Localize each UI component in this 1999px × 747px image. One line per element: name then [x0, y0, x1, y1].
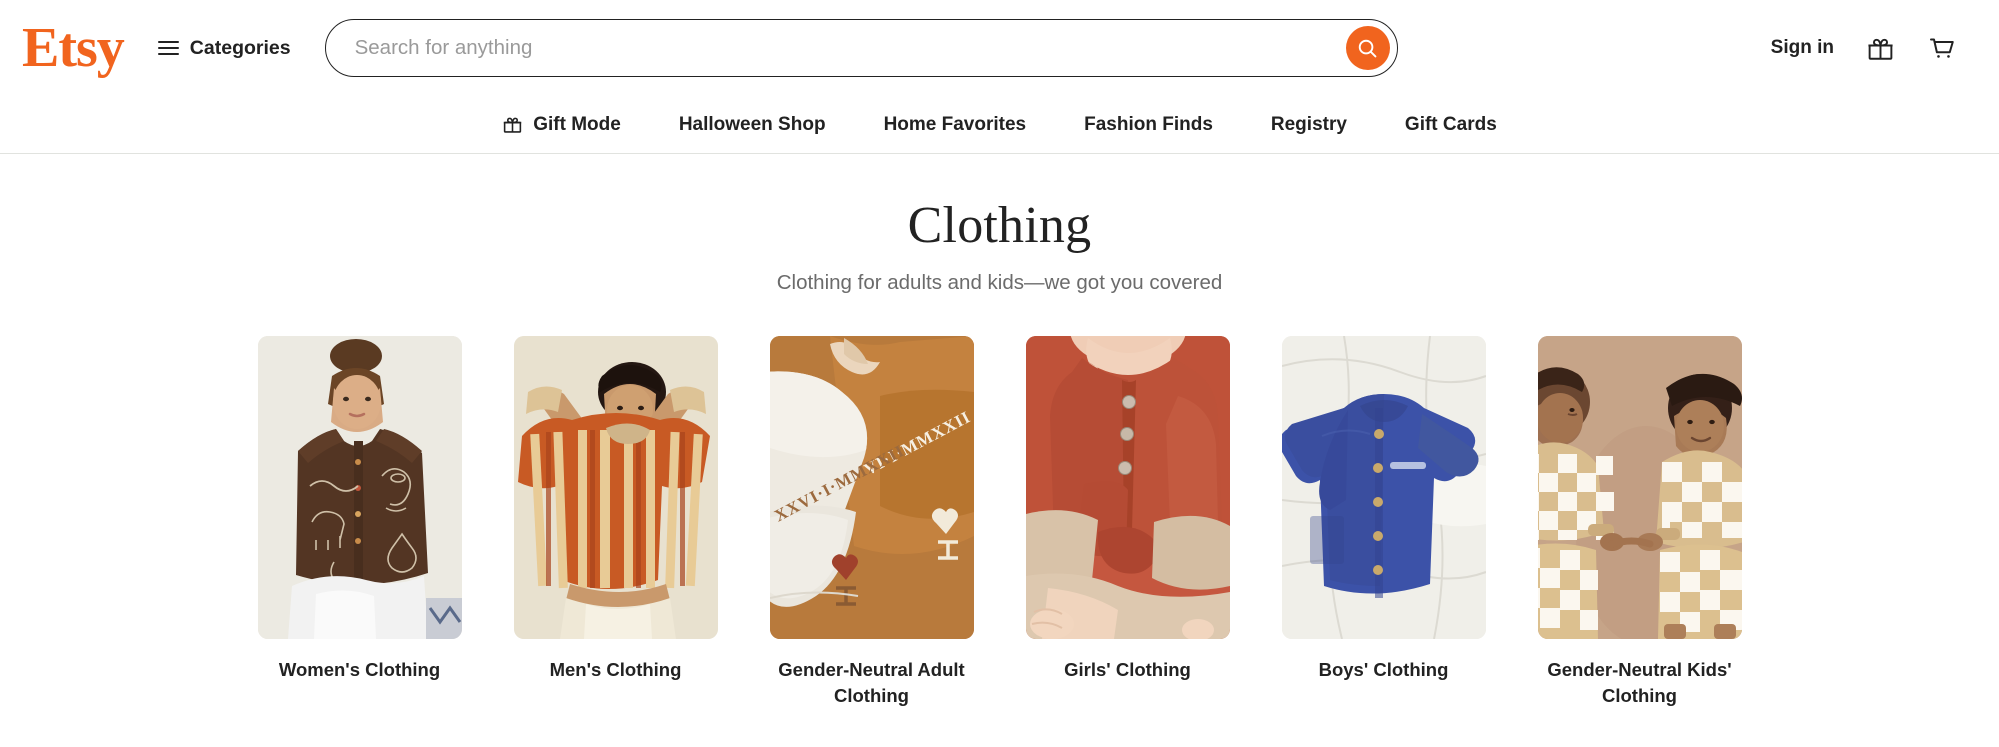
blue-muslin-button-shirt-on-linen-image: [1281, 336, 1486, 640]
subnav-label: Registry: [1270, 113, 1347, 135]
main-content: Clothing Clothing for adults and kids—we…: [0, 154, 1999, 708]
category-card-grid: Women's Clothing Men's Clothing VI·I·MMX…: [0, 336, 1999, 708]
category-thumbnail: VI·I·MMXXII XXVI·I·MMXXII: [769, 336, 974, 640]
category-thumbnail: [513, 336, 718, 640]
category-card-label: Gender-Neutral Kids' Clothing: [1547, 659, 1732, 706]
subnav-item-gift-mode[interactable]: Gift Mode: [473, 114, 650, 136]
subnav-item-fashion-finds[interactable]: Fashion Finds: [1055, 114, 1242, 136]
category-card-womens-clothing[interactable]: Women's Clothing: [257, 336, 462, 683]
category-thumbnail: [257, 336, 462, 640]
sign-in-link[interactable]: Sign in: [1755, 27, 1850, 69]
category-thumbnail: [1537, 336, 1742, 640]
category-card-gender-neutral-kids-clothing[interactable]: Gender-Neutral Kids' Clothing: [1537, 336, 1742, 708]
category-card-gender-neutral-adult-clothing[interactable]: VI·I·MMXXII XXVI·I·MMXXII Gender-Neutral…: [769, 336, 974, 708]
search-input[interactable]: [324, 19, 1398, 77]
subnav-label: Halloween Shop: [678, 113, 826, 135]
category-thumbnail: [1025, 336, 1230, 640]
subnav-label: Gift Mode: [533, 113, 621, 135]
gift-icon: [503, 117, 522, 133]
category-card-label: Men's Clothing: [549, 659, 682, 681]
child-in-rust-red-buttoned-top-image: [1025, 336, 1230, 640]
categories-button[interactable]: Categories: [157, 36, 291, 60]
header-actions: Sign in: [1755, 25, 1973, 71]
page-title: Clothing: [907, 197, 1092, 254]
cart-button[interactable]: [1911, 25, 1973, 71]
secondary-navigation: Gift Mode Halloween Shop Home Favorites …: [0, 96, 1999, 154]
embroidered-roman-numeral-sweatshirts-image: VI·I·MMXXII XXVI·I·MMXXII: [769, 336, 974, 640]
subnav-label: Fashion Finds: [1084, 113, 1213, 135]
subnav-item-gift-cards[interactable]: Gift Cards: [1376, 114, 1526, 136]
woman-in-brown-embroidered-shirt-image: [257, 336, 462, 640]
category-card-label: Girls' Clothing: [1064, 659, 1191, 681]
subnav-item-registry[interactable]: Registry: [1242, 114, 1376, 136]
category-card-boys-clothing[interactable]: Boys' Clothing: [1281, 336, 1486, 683]
category-card-girls-clothing[interactable]: Girls' Clothing: [1025, 336, 1230, 683]
search-icon: [1358, 39, 1377, 57]
subnav-label: Home Favorites: [883, 113, 1027, 135]
subnav-label: Gift Cards: [1404, 113, 1497, 135]
page-subtitle: Clothing for adults and kids—we got you …: [776, 270, 1223, 294]
shopping-cart-icon: [1930, 38, 1954, 58]
man-in-orange-striped-sweater-image: [513, 336, 718, 640]
hamburger-menu-icon: [157, 40, 179, 56]
gift-icon: [1868, 38, 1893, 60]
search-submit-button[interactable]: [1345, 26, 1390, 70]
two-kids-in-checkered-outfits-image: [1537, 336, 1742, 640]
subnav-item-halloween-shop[interactable]: Halloween Shop: [650, 114, 855, 136]
gift-registry-button[interactable]: [1850, 26, 1911, 71]
category-card-label: Women's Clothing: [278, 659, 441, 681]
etsy-logo[interactable]: Etsy: [22, 20, 125, 76]
category-thumbnail: [1281, 336, 1486, 640]
category-card-label: Gender-Neutral Adult Clothing: [778, 659, 965, 706]
categories-button-label: Categories: [189, 36, 291, 59]
search-bar: [324, 19, 1398, 77]
site-header: Etsy Categories Sign in: [0, 0, 1999, 96]
subnav-item-home-favorites[interactable]: Home Favorites: [855, 114, 1056, 136]
category-card-label: Boys' Clothing: [1318, 659, 1449, 681]
category-card-mens-clothing[interactable]: Men's Clothing: [513, 336, 718, 683]
